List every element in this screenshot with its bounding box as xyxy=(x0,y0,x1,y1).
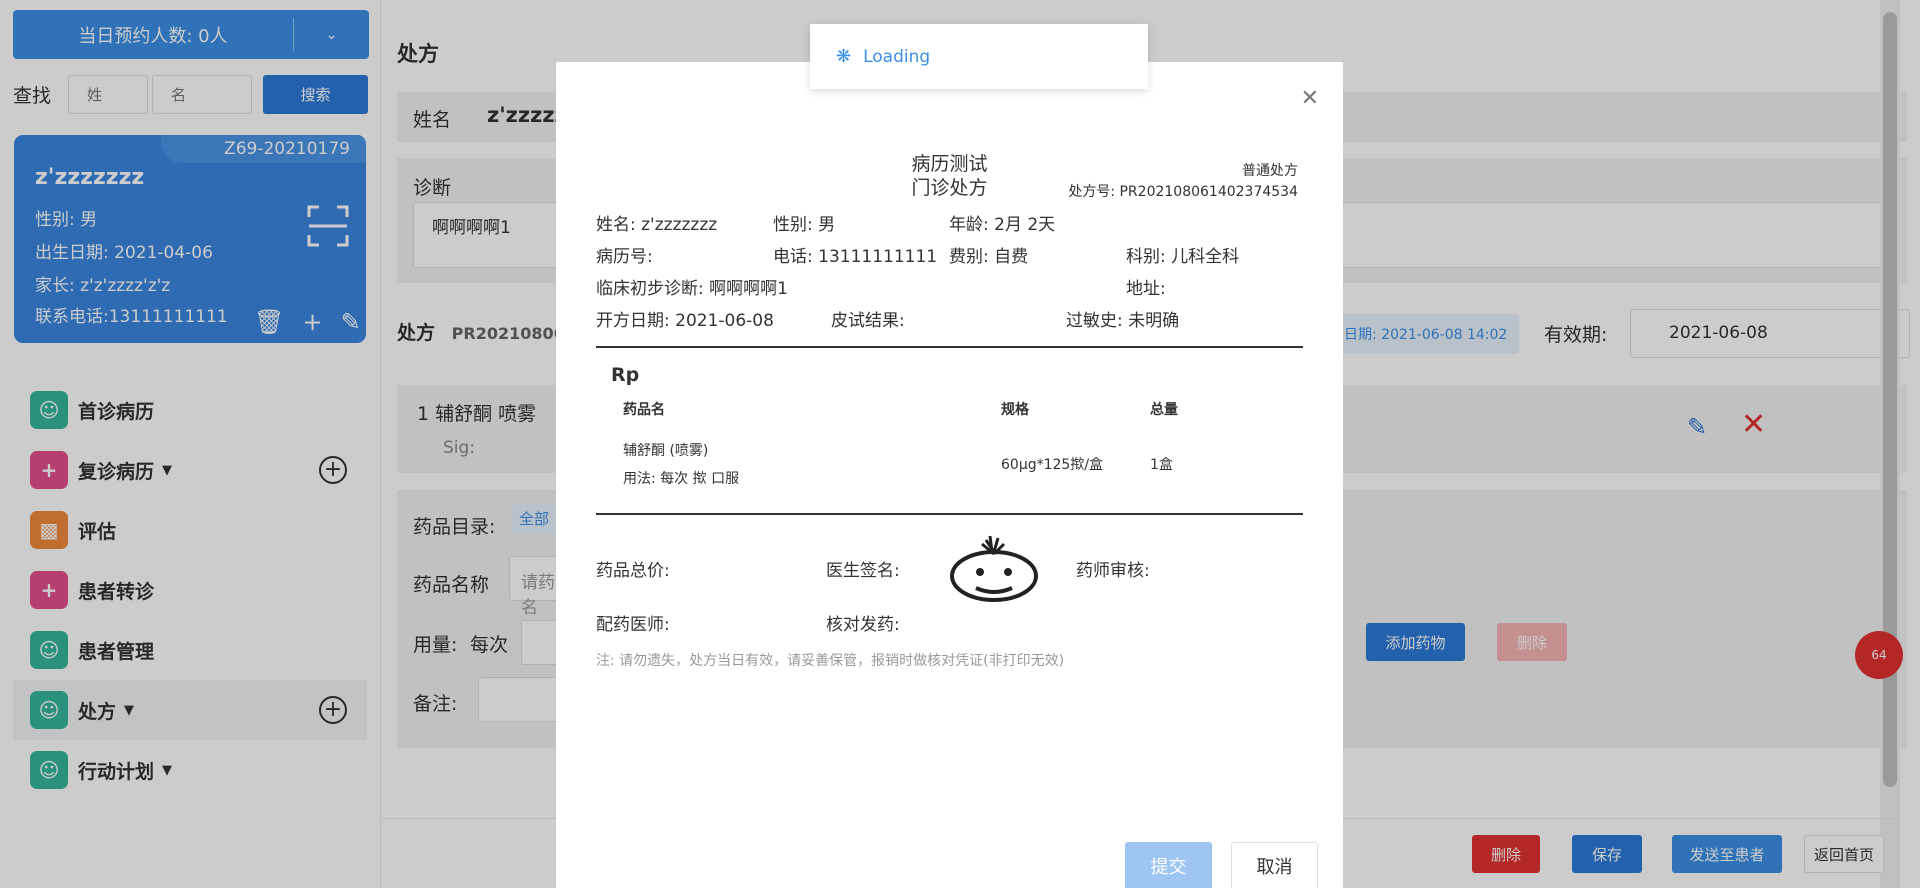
loading-text: Loading xyxy=(863,46,931,67)
loading-toast: ❋ Loading xyxy=(810,24,1148,89)
rx-note: 注: 请勿遗失，处方当日有效，请妥善保管，报销时做核对凭证(非打印无效) xyxy=(596,653,1065,669)
rx-clinical-diag: 临床初步诊断: 啊啊啊啊1 xyxy=(596,279,788,299)
rx-name: 姓名: z'zzzzzzz xyxy=(596,215,718,235)
rx-address: 地址: xyxy=(1126,279,1166,299)
cancel-button[interactable]: 取消 xyxy=(1231,842,1318,888)
dispenser-label: 配药医师: xyxy=(596,615,670,635)
doctor-signature-image xyxy=(950,535,1038,602)
checker-label: 核对发药: xyxy=(826,615,900,635)
rp-label: Rp xyxy=(611,364,640,386)
rx-skin-test: 皮试结果: xyxy=(831,311,905,331)
spinner-icon: ❋ xyxy=(836,46,852,67)
submit-button[interactable]: 提交 xyxy=(1125,842,1212,888)
drug-spec: 60μg*125揿/盒 xyxy=(1001,457,1104,473)
col-total: 总量 xyxy=(1150,402,1178,418)
divider xyxy=(596,346,1303,348)
rx-allergy: 过敏史: 未明确 xyxy=(1066,311,1180,331)
rx-age: 年龄: 2月 2天 xyxy=(949,215,1056,235)
rx-issue-date: 开方日期: 2021-06-08 xyxy=(596,311,774,331)
rx-phone: 电话: 13111111111 xyxy=(773,247,938,267)
rx-record-no: 病历号: xyxy=(596,247,653,267)
col-drug-name: 药品名 xyxy=(623,402,665,418)
drug-total: 1盒 xyxy=(1150,457,1173,473)
drug-name: 辅舒酮 (喷雾) xyxy=(623,443,709,459)
divider xyxy=(596,513,1303,515)
doctor-sign-label: 医生签名: xyxy=(826,561,900,581)
rx-fee: 费别: 自费 xyxy=(949,247,1029,267)
pharmacist-review-label: 药师审核: xyxy=(1076,561,1150,581)
drug-usage: 用法: 每次 揿 口服 xyxy=(623,471,740,487)
hospital-name: 病历测试 xyxy=(911,153,988,175)
rx-gender: 性别: 男 xyxy=(773,215,836,235)
rx-type: 普通处方 xyxy=(1242,163,1298,179)
rx-number: 处方号: PR202108061402374534 xyxy=(1068,184,1298,200)
close-icon[interactable]: ✕ xyxy=(1301,86,1319,111)
col-spec: 规格 xyxy=(1001,402,1029,418)
rx-dept: 科别: 儿科全科 xyxy=(1126,247,1240,267)
prescription-modal: ✕ 病历测试 门诊处方 普通处方 处方号: PR2021080614023745… xyxy=(556,62,1343,888)
total-price-label: 药品总价: xyxy=(596,561,670,581)
